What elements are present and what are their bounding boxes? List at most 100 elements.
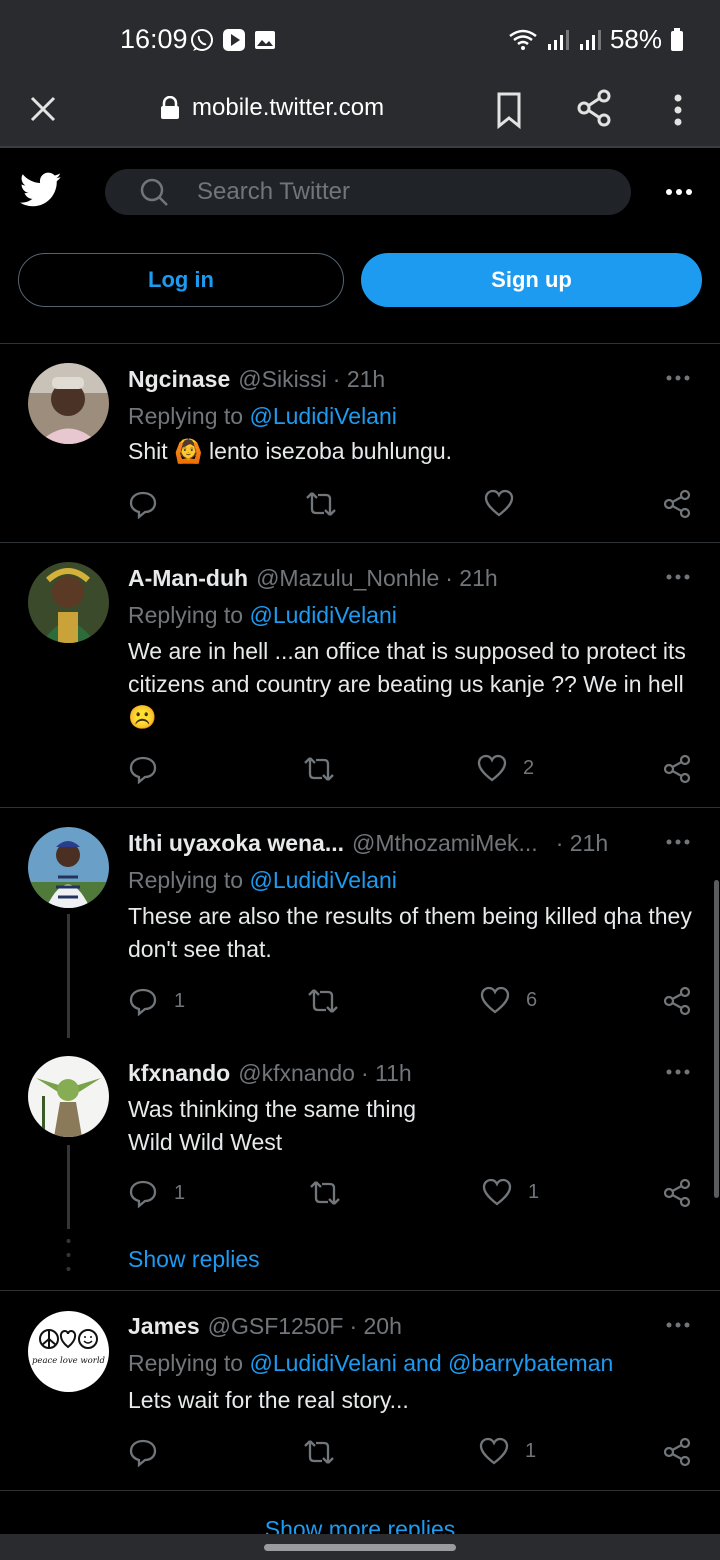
share-tweet-button[interactable] bbox=[662, 489, 692, 519]
replying-to-link[interactable]: @LudidiVelani and @barrybateman bbox=[249, 1350, 613, 1376]
reply-button[interactable]: 1 bbox=[128, 1178, 185, 1208]
retweet-button[interactable] bbox=[308, 1178, 358, 1208]
reply-icon bbox=[129, 756, 157, 784]
avatar-image bbox=[28, 562, 109, 643]
signup-button[interactable]: Sign up bbox=[361, 253, 702, 307]
tweet-author-handle[interactable]: @MthozamiMek... bbox=[352, 830, 538, 857]
status-time: 16:09 bbox=[120, 24, 188, 54]
avatar[interactable] bbox=[28, 827, 109, 908]
heart-icon bbox=[479, 1437, 509, 1465]
tweet-actions: 1 6 bbox=[128, 986, 698, 1020]
reply-icon bbox=[129, 988, 157, 1016]
share-tweet-button[interactable] bbox=[662, 1178, 692, 1208]
search-bar[interactable] bbox=[105, 169, 631, 215]
heart-icon bbox=[477, 754, 507, 782]
share-tweet-button[interactable] bbox=[662, 754, 692, 784]
scrollbar[interactable] bbox=[714, 880, 719, 1198]
like-button[interactable]: 2 bbox=[477, 754, 534, 782]
tweet-timestamp[interactable]: · 21h bbox=[445, 565, 497, 592]
like-button[interactable] bbox=[484, 489, 530, 517]
address-bar[interactable]: mobile.twitter.com bbox=[160, 94, 384, 122]
tweet-actions: 2 bbox=[128, 754, 698, 788]
tweet-author-name[interactable]: kfxnando bbox=[128, 1060, 230, 1087]
share-tweet-button[interactable] bbox=[662, 1437, 692, 1467]
replying-to-link[interactable]: @LudidiVelani bbox=[249, 403, 396, 429]
replying-to-link[interactable]: @LudidiVelani bbox=[249, 602, 396, 628]
retweet-button[interactable] bbox=[306, 986, 356, 1016]
show-replies-link[interactable]: Show replies bbox=[128, 1246, 260, 1273]
tweet-author-name[interactable]: Ngcinase bbox=[128, 366, 230, 393]
tweet[interactable]: Ithi uyaxoka wena... @MthozamiMek... · 2… bbox=[0, 808, 720, 1038]
tweet-author-handle[interactable]: @Sikissi bbox=[238, 366, 327, 393]
replying-to: Replying to @LudidiVelani bbox=[128, 867, 397, 894]
tweet-header: Ngcinase @Sikissi · 21h bbox=[128, 366, 385, 393]
whatsapp-icon bbox=[191, 29, 213, 51]
twitter-header: Log in Sign up bbox=[0, 150, 720, 344]
tweet-more-icon[interactable] bbox=[664, 832, 692, 852]
tweet-more-icon[interactable] bbox=[664, 1315, 692, 1335]
home-gesture-handle[interactable] bbox=[264, 1544, 456, 1551]
tweet[interactable]: kfxnando @kfxnando · 11h Was thinking th… bbox=[0, 1038, 720, 1291]
share-icon[interactable] bbox=[576, 88, 612, 128]
tweet-text-line: Was thinking the same thing bbox=[128, 1096, 417, 1122]
retweet-icon bbox=[304, 757, 334, 781]
tweet-author-name[interactable]: A-Man-duh bbox=[128, 565, 248, 592]
avatar[interactable]: peace love world bbox=[28, 1311, 109, 1392]
twitter-logo-icon[interactable] bbox=[20, 172, 62, 208]
replying-to: Replying to @LudidiVelani bbox=[128, 602, 397, 629]
avatar[interactable] bbox=[28, 1056, 109, 1137]
retweet-button[interactable] bbox=[304, 489, 354, 519]
tweet-author-handle[interactable]: @GSF1250F bbox=[208, 1313, 344, 1340]
like-button[interactable]: 1 bbox=[479, 1437, 536, 1465]
tweet-author-name[interactable]: Ithi uyaxoka wena... bbox=[128, 830, 344, 857]
avatar[interactable] bbox=[28, 562, 109, 643]
tweet-timestamp[interactable]: · 21h bbox=[556, 830, 608, 857]
like-count: 2 bbox=[523, 756, 535, 779]
browser-menu-icon[interactable] bbox=[664, 90, 692, 130]
reply-icon bbox=[129, 491, 157, 519]
retweet-button[interactable] bbox=[302, 1437, 352, 1467]
like-count: 6 bbox=[526, 988, 538, 1011]
share-icon bbox=[663, 1178, 691, 1208]
close-icon[interactable] bbox=[26, 92, 60, 126]
replying-to-prefix: Replying to bbox=[128, 867, 244, 893]
share-tweet-button[interactable] bbox=[662, 986, 692, 1016]
replying-to-link[interactable]: @LudidiVelani bbox=[249, 867, 396, 893]
battery-icon bbox=[671, 27, 683, 51]
like-button[interactable]: 6 bbox=[480, 986, 537, 1014]
like-count: 1 bbox=[525, 1439, 537, 1462]
tweet-more-icon[interactable] bbox=[664, 567, 692, 587]
retweet-button[interactable] bbox=[302, 754, 352, 784]
tweet-author-handle[interactable]: @Mazulu_Nonhle bbox=[256, 565, 439, 592]
tweet-text: We are in hell ...an office that is supp… bbox=[128, 638, 686, 730]
tweet-more-icon[interactable] bbox=[664, 368, 692, 388]
reply-button[interactable] bbox=[128, 489, 174, 519]
search-icon bbox=[140, 178, 168, 206]
more-options-icon[interactable] bbox=[664, 178, 694, 206]
bookmark-icon[interactable] bbox=[494, 90, 524, 130]
tweet-timestamp[interactable]: · 11h bbox=[361, 1060, 412, 1087]
like-button[interactable]: 1 bbox=[482, 1178, 539, 1206]
system-nav-bar bbox=[0, 1534, 720, 1560]
tweet-author-handle[interactable]: @kfxnando bbox=[238, 1060, 355, 1087]
reply-button[interactable]: 1 bbox=[128, 986, 185, 1016]
tweet[interactable]: Ngcinase @Sikissi · 21h Replying to @Lud… bbox=[0, 344, 720, 543]
share-icon bbox=[663, 986, 691, 1016]
tweet-text: These are also the results of them being… bbox=[128, 903, 692, 962]
retweet-icon bbox=[304, 1440, 334, 1464]
tweet-more-icon[interactable] bbox=[664, 1062, 692, 1082]
reply-count: 1 bbox=[174, 989, 186, 1012]
tweet-timestamp[interactable]: · 21h bbox=[333, 366, 385, 393]
tweet[interactable]: A-Man-duh @Mazulu_Nonhle · 21h Replying … bbox=[0, 543, 720, 808]
login-button[interactable]: Log in bbox=[18, 253, 344, 307]
tweet[interactable]: peace love world James @GSF1250F · 20h R… bbox=[0, 1291, 720, 1491]
tweet-author-name[interactable]: James bbox=[128, 1313, 200, 1340]
tweet-actions bbox=[128, 489, 698, 523]
reply-button[interactable] bbox=[128, 754, 174, 784]
tweet-timestamp[interactable]: · 20h bbox=[349, 1313, 401, 1340]
avatar[interactable] bbox=[28, 363, 109, 444]
thread-line bbox=[67, 1145, 70, 1229]
tweet-text-line: Wild Wild West bbox=[128, 1129, 283, 1155]
search-input[interactable] bbox=[197, 178, 597, 206]
reply-button[interactable] bbox=[128, 1437, 174, 1467]
